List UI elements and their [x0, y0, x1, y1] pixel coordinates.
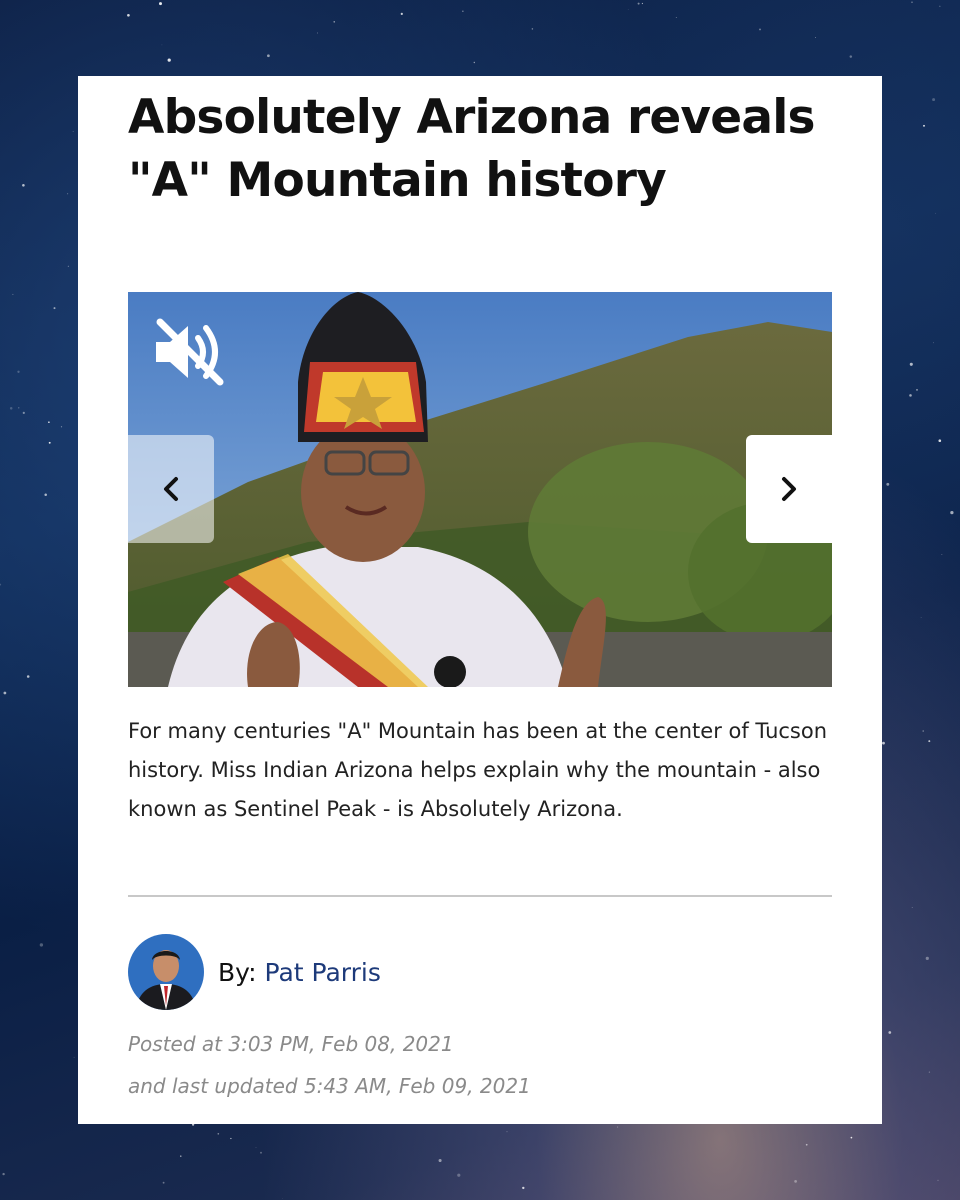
- posted-timestamp: Posted at 3:03 PM, Feb 08, 2021: [128, 1032, 454, 1056]
- article-card: Absolutely Arizona reveals "A" Mountain …: [78, 76, 882, 1124]
- byline: By: Pat Parris: [128, 934, 381, 1010]
- byline-prefix: By:: [218, 957, 257, 987]
- article-headline: Absolutely Arizona reveals "A" Mountain …: [128, 90, 816, 208]
- section-divider: [128, 895, 832, 897]
- chevron-right-icon: [782, 477, 796, 501]
- updated-timestamp: and last updated 5:43 AM, Feb 09, 2021: [128, 1074, 531, 1098]
- author-link[interactable]: Pat Parris: [265, 958, 381, 987]
- video-frame-image: [128, 292, 832, 687]
- speaker-muted-icon: [156, 318, 224, 386]
- chevron-left-icon: [164, 477, 178, 501]
- video-player[interactable]: [128, 292, 832, 687]
- gallery-prev-button[interactable]: [128, 435, 214, 543]
- byline-text: By: Pat Parris: [218, 958, 381, 987]
- author-photo: [128, 934, 204, 1010]
- gallery-next-button[interactable]: [746, 435, 832, 543]
- author-avatar[interactable]: [128, 934, 204, 1010]
- article-summary: For many centuries "A" Mountain has been…: [128, 719, 828, 821]
- mute-toggle-button[interactable]: [146, 310, 230, 394]
